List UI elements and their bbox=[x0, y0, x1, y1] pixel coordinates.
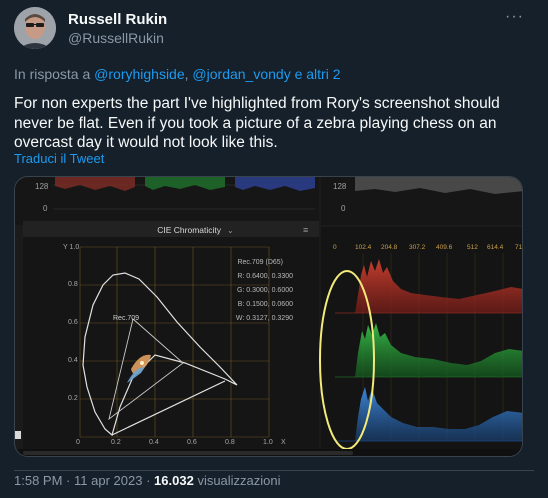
tweet-text: For non experts the part I've highlighte… bbox=[14, 95, 500, 151]
y-tick-0-4: 0.4 bbox=[68, 357, 78, 364]
hist-scale-512: 512 bbox=[467, 244, 478, 251]
hist-scale-71: 71 bbox=[515, 244, 523, 251]
views-count: 16.032 bbox=[154, 473, 194, 488]
x-axis-label: X bbox=[281, 439, 286, 446]
meta-separator: · bbox=[146, 473, 151, 488]
reply-mention-jordan-vondy[interactable]: @jordan_vondy bbox=[192, 66, 290, 82]
author-handle[interactable]: @RussellRukin bbox=[68, 30, 164, 46]
cie-plot-area bbox=[23, 237, 319, 449]
reply-separator: , bbox=[184, 66, 189, 82]
y-tick-0-6: 0.6 bbox=[68, 319, 78, 326]
replying-to: In risposta a @roryhighside, @jordan_von… bbox=[14, 66, 341, 82]
tweet-date[interactable]: 11 apr 2023 bbox=[74, 473, 142, 488]
left-scale-0: 0 bbox=[43, 204, 48, 213]
hist-scale-0: 0 bbox=[333, 244, 337, 251]
histogram-panel bbox=[321, 227, 522, 449]
hist-scale-614-4: 614.4 bbox=[487, 244, 504, 251]
meta-divider bbox=[14, 470, 534, 471]
hist-scale-307-2: 307.2 bbox=[409, 244, 426, 251]
x-tick-0-4: 0.4 bbox=[149, 439, 159, 446]
right-scale-0: 0 bbox=[341, 204, 346, 213]
avatar[interactable] bbox=[14, 7, 56, 49]
reply-others-link[interactable]: e altri 2 bbox=[295, 66, 341, 82]
right-scale-128: 128 bbox=[333, 182, 347, 191]
legend-green: G: 0.3000, 0.6000 bbox=[237, 287, 293, 294]
hist-scale-102-4: 102.4 bbox=[355, 244, 372, 251]
cie-settings-icon: ≡ bbox=[303, 225, 308, 235]
y-tick-0-2: 0.2 bbox=[68, 395, 78, 402]
tweet-time[interactable]: 1:58 PM bbox=[14, 473, 62, 488]
author-name[interactable]: Russell Rukin bbox=[68, 11, 167, 28]
hist-scale-204-8: 204.8 bbox=[381, 244, 398, 251]
left-scale-128: 128 bbox=[35, 182, 49, 191]
cie-panel-title: CIE Chromaticity bbox=[157, 225, 222, 235]
translate-tweet-link[interactable]: Traduci il Tweet bbox=[14, 151, 104, 166]
meta-separator: · bbox=[66, 473, 71, 488]
legend-red: R: 0.6400, 0.3300 bbox=[237, 273, 293, 280]
avatar-image bbox=[14, 7, 56, 49]
hist-scale-409-6: 409.6 bbox=[436, 244, 453, 251]
media-scrollbar-thumb bbox=[23, 451, 353, 455]
left-edge-marker bbox=[15, 431, 21, 439]
more-options-icon[interactable]: ··· bbox=[505, 8, 524, 26]
y-tick-0-8: 0.8 bbox=[68, 281, 78, 288]
tweet-media-image[interactable]: 128 0 128 0 CIE Chromaticity ⌄ ≡ Y 1.0 0… bbox=[14, 176, 523, 457]
x-tick-0-6: 0.6 bbox=[187, 439, 197, 446]
views-label: visualizzazioni bbox=[197, 473, 281, 488]
legend-white: W: 0.3127, 0.3290 bbox=[236, 315, 293, 322]
scopes-screenshot: 128 0 128 0 CIE Chromaticity ⌄ ≡ Y 1.0 0… bbox=[15, 177, 523, 456]
x-tick-0: 0 bbox=[76, 439, 80, 446]
tweet-meta: 1:58 PM · 11 apr 2023 · 16.032 visualizz… bbox=[14, 473, 281, 488]
cie-dropdown-icon: ⌄ bbox=[227, 226, 234, 235]
y-axis-label: Y 1.0 bbox=[63, 244, 79, 251]
x-tick-0-8: 0.8 bbox=[225, 439, 235, 446]
x-tick-1-0: 1.0 bbox=[263, 439, 273, 446]
top-strip bbox=[0, 0, 548, 6]
legend-blue: B: 0.1500, 0.0600 bbox=[238, 301, 293, 308]
rec709-label: Rec.709 bbox=[113, 315, 139, 322]
x-tick-0-2: 0.2 bbox=[111, 439, 121, 446]
reply-prefix: In risposta a bbox=[14, 66, 91, 82]
legend-title: Rec.709 (D65) bbox=[237, 259, 283, 266]
reply-mention-roryhighside[interactable]: @roryhighside bbox=[94, 66, 184, 82]
